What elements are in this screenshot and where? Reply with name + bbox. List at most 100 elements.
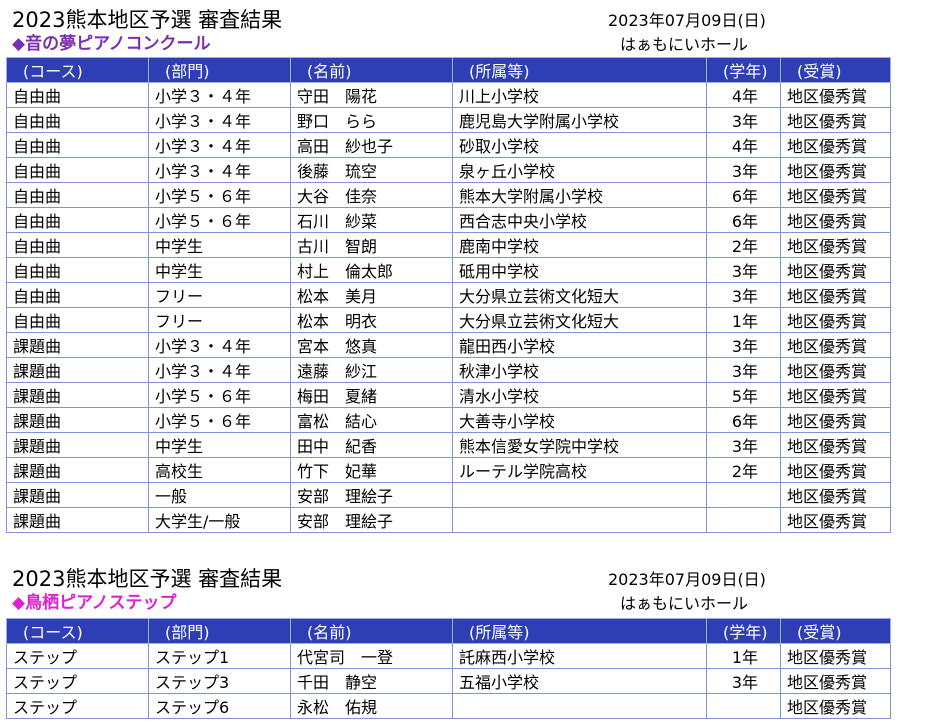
award-cell: 地区優秀賞 (780, 457, 891, 483)
award-cell: 地区優秀賞 (780, 357, 891, 383)
grade-cell: 1年 (706, 307, 781, 333)
course-cell: 自由曲 (6, 232, 149, 258)
division-cell: 大学生/一般 (148, 507, 291, 533)
name-cell: 石川 紗菜 (290, 207, 453, 233)
column-header-award: (受賞) (780, 618, 891, 644)
course-cell: 自由曲 (6, 82, 149, 108)
course-cell: 課題曲 (6, 457, 149, 483)
name-cell: 田中 紀香 (290, 432, 453, 458)
grade-cell: 6年 (706, 182, 781, 208)
column-header-name: (名前) (290, 618, 453, 644)
table-row: 自由曲 小学３・４年 守田 陽花 川上小学校 4年 地区優秀賞 (6, 82, 891, 108)
division-cell: 中学生 (148, 432, 291, 458)
affiliation-cell: 鹿南中学校 (452, 232, 707, 258)
name-cell: 守田 陽花 (290, 82, 453, 108)
affiliation-cell (452, 507, 707, 533)
award-cell: 地区優秀賞 (780, 507, 891, 533)
table-row: 自由曲 小学３・４年 高田 紗也子 砂取小学校 4年 地区優秀賞 (6, 132, 891, 158)
division-cell: 小学５・６年 (148, 407, 291, 433)
division-cell: 小学３・４年 (148, 82, 291, 108)
grade-cell (706, 482, 781, 508)
name-cell: 遠藤 紗江 (290, 357, 453, 383)
division-cell: 小学３・４年 (148, 157, 291, 183)
affiliation-cell: 大分県立芸術文化短大 (452, 282, 707, 308)
course-cell: 自由曲 (6, 107, 149, 133)
column-header-affiliation: (所属等) (452, 57, 707, 83)
course-cell: 自由曲 (6, 132, 149, 158)
results-section-1: 2023熊本地区予選 審査結果 2023年07月09日(日) ◆音の夢ピアノコン… (0, 0, 941, 540)
division-cell: 小学３・４年 (148, 107, 291, 133)
column-header-division: (部門) (148, 57, 291, 83)
course-cell: ステップ (6, 693, 149, 719)
name-cell: 富松 結心 (290, 407, 453, 433)
course-cell: 課題曲 (6, 357, 149, 383)
affiliation-cell: 熊本信愛女学院中学校 (452, 432, 707, 458)
column-header-name: (名前) (290, 57, 453, 83)
course-cell: 課題曲 (6, 382, 149, 408)
table-row: 課題曲 大学生/一般 安部 理絵子 地区優秀賞 (6, 507, 891, 533)
affiliation-cell: 五福小学校 (452, 668, 707, 694)
competition-name: ◆音の夢ピアノコンクール (12, 34, 211, 54)
name-cell: 宮本 悠真 (290, 332, 453, 358)
affiliation-cell: 砥用中学校 (452, 257, 707, 283)
results-section-2: 2023熊本地区予選 審査結果 2023年07月09日(日) ◆鳥栖ピアノステッ… (0, 560, 941, 728)
award-cell: 地区優秀賞 (780, 643, 891, 669)
grade-cell: 3年 (706, 357, 781, 383)
name-cell: 村上 倫太郎 (290, 257, 453, 283)
course-cell: ステップ (6, 668, 149, 694)
grade-cell: 6年 (706, 207, 781, 233)
table-row: 自由曲 小学５・６年 石川 紗菜 西合志中央小学校 6年 地区優秀賞 (6, 207, 891, 233)
table-row: ステップ ステップ6 永松 佑規 地区優秀賞 (6, 693, 891, 719)
affiliation-cell: 鹿児島大学附属小学校 (452, 107, 707, 133)
course-cell: 課題曲 (6, 332, 149, 358)
grade-cell: 6年 (706, 407, 781, 433)
award-cell: 地区優秀賞 (780, 332, 891, 358)
award-cell: 地区優秀賞 (780, 82, 891, 108)
venue-name: はぁもにいホール (620, 594, 749, 613)
division-cell: 小学５・６年 (148, 382, 291, 408)
course-cell: 課題曲 (6, 432, 149, 458)
name-cell: 高田 紗也子 (290, 132, 453, 158)
table-row: 自由曲 小学５・６年 大谷 佳奈 熊本大学附属小学校 6年 地区優秀賞 (6, 182, 891, 208)
name-cell: 松本 美月 (290, 282, 453, 308)
event-date: 2023年07月09日(日) (608, 11, 766, 30)
column-header-grade: (学年) (706, 57, 781, 83)
course-cell: 自由曲 (6, 307, 149, 333)
affiliation-cell: 清水小学校 (452, 382, 707, 408)
award-cell: 地区優秀賞 (780, 482, 891, 508)
affiliation-cell: 泉ヶ丘小学校 (452, 157, 707, 183)
name-cell: 野口 らら (290, 107, 453, 133)
table-row: 課題曲 高校生 竹下 妃華 ルーテル学院高校 2年 地区優秀賞 (6, 457, 891, 483)
grade-cell (706, 693, 781, 719)
event-date: 2023年07月09日(日) (608, 570, 766, 589)
table-row: ステップ ステップ3 千田 静空 五福小学校 3年 地区優秀賞 (6, 668, 891, 694)
grade-cell: 4年 (706, 82, 781, 108)
affiliation-cell: 砂取小学校 (452, 132, 707, 158)
name-cell: 松本 明衣 (290, 307, 453, 333)
award-cell: 地区優秀賞 (780, 307, 891, 333)
column-header-division: (部門) (148, 618, 291, 644)
column-header-grade: (学年) (706, 618, 781, 644)
award-cell: 地区優秀賞 (780, 232, 891, 258)
table-row: 自由曲 フリー 松本 美月 大分県立芸術文化短大 3年 地区優秀賞 (6, 282, 891, 308)
affiliation-cell (452, 693, 707, 719)
division-cell: フリー (148, 307, 291, 333)
table-header-row: (コース) (部門) (名前) (所属等) (学年) (受賞) (6, 57, 891, 83)
course-cell: ステップ (6, 643, 149, 669)
grade-cell: 3年 (706, 432, 781, 458)
division-cell: 小学３・４年 (148, 332, 291, 358)
name-cell: 後藤 琉空 (290, 157, 453, 183)
award-cell: 地区優秀賞 (780, 693, 891, 719)
table-row: 自由曲 中学生 村上 倫太郎 砥用中学校 3年 地区優秀賞 (6, 257, 891, 283)
award-cell: 地区優秀賞 (780, 407, 891, 433)
table-row: 自由曲 中学生 古川 智朗 鹿南中学校 2年 地区優秀賞 (6, 232, 891, 258)
grade-cell: 2年 (706, 232, 781, 258)
table-row: 自由曲 小学３・４年 後藤 琉空 泉ヶ丘小学校 3年 地区優秀賞 (6, 157, 891, 183)
grade-cell (706, 507, 781, 533)
division-cell: 小学５・６年 (148, 207, 291, 233)
column-header-award: (受賞) (780, 57, 891, 83)
grade-cell: 3年 (706, 668, 781, 694)
division-cell: 高校生 (148, 457, 291, 483)
name-cell: 安部 理絵子 (290, 482, 453, 508)
course-cell: 自由曲 (6, 157, 149, 183)
